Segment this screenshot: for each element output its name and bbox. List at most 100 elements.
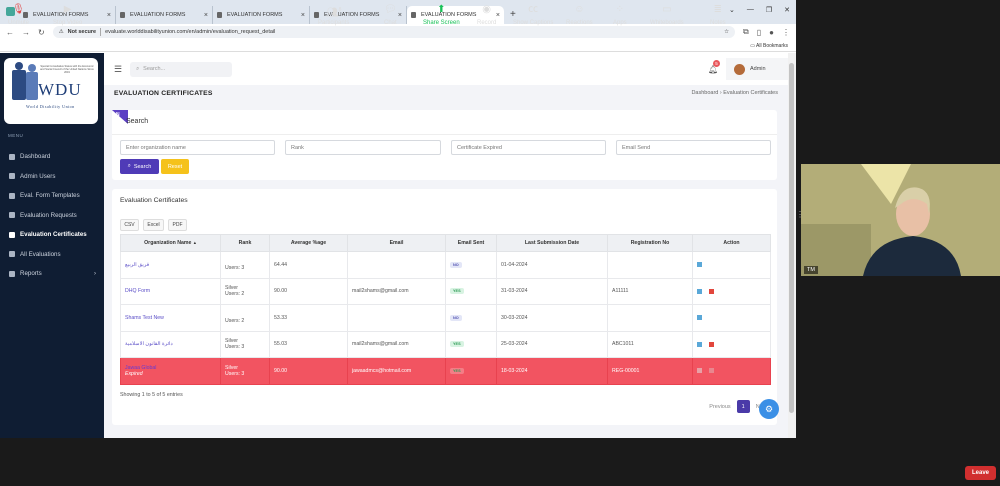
sidebar-item-label: Reports [20,270,42,278]
close-icon[interactable]: × [496,12,500,19]
apps-button[interactable]: ⁘ Apps [613,4,627,26]
toolbar-label: Whiteboards [650,20,684,26]
all-bookmarks-link[interactable]: All Bookmarks [756,43,788,49]
org-link[interactable]: DHQ Form [125,288,150,294]
unmute-button[interactable]: 🎙︎ Unmute [8,4,29,26]
reload-icon[interactable]: ↻ [38,28,45,37]
rank-select[interactable]: Rank [285,140,441,155]
scrollbar-thumb[interactable] [789,63,794,413]
excel-button[interactable]: Excel [143,219,164,231]
list-icon[interactable] [697,288,702,294]
rank-cell: Silver Users: 2 [220,277,270,305]
sidebar-item-evaluation-certificates[interactable]: Evaluation Certificates [0,225,104,245]
close-icon[interactable]: × [107,12,111,19]
close-icon[interactable]: × [398,12,402,19]
extensions-icon[interactable]: ⧉ [743,27,749,37]
sidepanel-icon[interactable]: ▯ [757,28,761,37]
close-window-icon[interactable]: ✕ [784,6,790,14]
column-header-average[interactable]: Average %age [269,234,348,252]
menu-dots-icon[interactable]: ⋮ [782,28,790,37]
sidebar-item-dashboard[interactable]: Dashboard [0,147,104,167]
org-cell[interactable]: DHQ Form [120,277,221,305]
list-icon[interactable] [697,315,702,321]
email-sent-cell: YES [445,330,497,358]
list-icon[interactable] [697,368,702,374]
org-link[interactable]: دائرة القانون الاسلامية [125,341,173,347]
hamburger-icon[interactable]: ☰ [114,64,122,75]
close-icon[interactable]: × [301,12,305,19]
browser-tab[interactable]: EVALUATION FORMS × [213,6,310,24]
org-link[interactable]: فريق الربيع [125,262,149,268]
org-cell[interactable]: Jawaa Global Expired [120,357,221,385]
column-header-email[interactable]: Email [347,234,446,252]
column-header-rank[interactable]: Rank [220,234,270,252]
leave-button[interactable]: Leave [965,466,996,480]
toolbar-label: Participants [318,20,350,26]
chat-button[interactable]: 💬︎ Chat [384,4,397,26]
pdf-icon[interactable] [709,288,714,294]
sidebar-item-evaluation-requests[interactable]: Evaluation Requests [0,206,104,226]
org-cell[interactable]: دائرة القانون الاسلامية [120,330,221,358]
column-header-last-submission[interactable]: Last Submission Date [496,234,608,252]
column-header-registration[interactable]: Registration No [607,234,693,252]
pdf-icon[interactable] [709,341,714,347]
list-icon[interactable] [697,341,702,347]
previous-page-button[interactable]: Previous [709,404,730,410]
minimize-icon[interactable]: — [747,6,754,14]
restore-icon[interactable]: ❐ [766,6,772,14]
page-scrollbar[interactable] [788,53,796,438]
back-arrow-icon[interactable]: ← [6,28,14,37]
share-screen-button[interactable]: ⬆ Share Screen [423,4,460,26]
search-input[interactable]: ⌕ Search... [130,61,233,77]
certificate-expired-select[interactable]: Certificate Expired [451,140,606,155]
email-cell [347,251,446,279]
stop-video-button[interactable]: ▶ Stop Video [53,4,82,26]
column-header-email-sent[interactable]: Email Sent [445,234,497,252]
showing-entries: Showing 1 to 5 of 5 entries [120,392,183,398]
list-icon[interactable] [697,262,702,268]
warning-icon[interactable]: ⚠ [59,29,64,35]
star-icon[interactable]: ☆ [724,29,729,35]
org-cell[interactable]: فريق الربيع [120,251,221,279]
csv-button[interactable]: CSV [120,219,139,231]
split-handle[interactable]: ⋮ [796,210,804,226]
show-captions-button[interactable]: ㏄ Show Captions [513,4,553,26]
email-send-select[interactable]: Email Send [616,140,771,155]
page-header: EVALUATION CERTIFICATES Dashboard › Eval… [104,85,788,101]
whiteboards-button[interactable]: ▭ Whiteboards [650,4,684,26]
wdu-logo[interactable]: Special Consultative Status with the Eco… [4,58,98,124]
participants-button[interactable]: 👥︎8 Participants [318,4,349,26]
page-1-button[interactable]: 1 [736,400,750,413]
sidebar-item-reports[interactable]: Reports › [0,264,104,284]
column-header-organization[interactable]: Organization Name ▲ [120,234,221,252]
record-button[interactable]: ◉ Record [477,4,496,26]
pdf-button[interactable]: PDF [168,219,187,231]
close-icon[interactable]: × [204,12,208,19]
email-cell [347,304,446,332]
not-secure-label[interactable]: Not secure [68,29,96,35]
url-text[interactable]: evaluate.worlddisabilityunion.com/en/adm… [105,29,275,35]
toolbar-label: Reactions [566,20,593,26]
bookmarks-bar: ▭ All Bookmarks [0,40,796,52]
reset-button[interactable]: Reset [161,159,189,174]
organization-name-input[interactable]: Enter organization name [120,140,275,155]
chevron-down-icon[interactable]: ⌄ [729,6,735,14]
org-link[interactable]: Shams Test New [125,315,164,321]
sort-icon[interactable]: ▲ [193,240,197,245]
breadcrumb-home[interactable]: Dashboard [691,90,718,96]
forward-arrow-icon[interactable]: → [22,28,30,37]
notes-button[interactable]: ≣ Notes [710,4,726,26]
search-button[interactable]: ⌕ Search [120,159,159,174]
omnibox[interactable]: ⚠ Not secure evaluate.worlddisabilityuni… [52,26,736,38]
profile-icon[interactable]: ● [769,28,774,37]
settings-fab[interactable]: ⚙ [759,399,779,419]
reactions-button[interactable]: ☺ Reactions [566,4,593,26]
org-cell[interactable]: Shams Test New [120,304,221,332]
pdf-icon[interactable] [709,368,714,374]
sidebar-item-eval-form-templates[interactable]: Eval. Form Templates [0,186,104,206]
browser-tab[interactable]: EVALUATION FORMS × [116,6,213,24]
user-menu[interactable]: Admin [726,58,788,80]
sidebar-item-admin-users[interactable]: Admin Users [0,167,104,187]
sidebar-item-all-evaluations[interactable]: All Evaluations [0,245,104,265]
participant-video[interactable]: TM [801,164,1000,276]
